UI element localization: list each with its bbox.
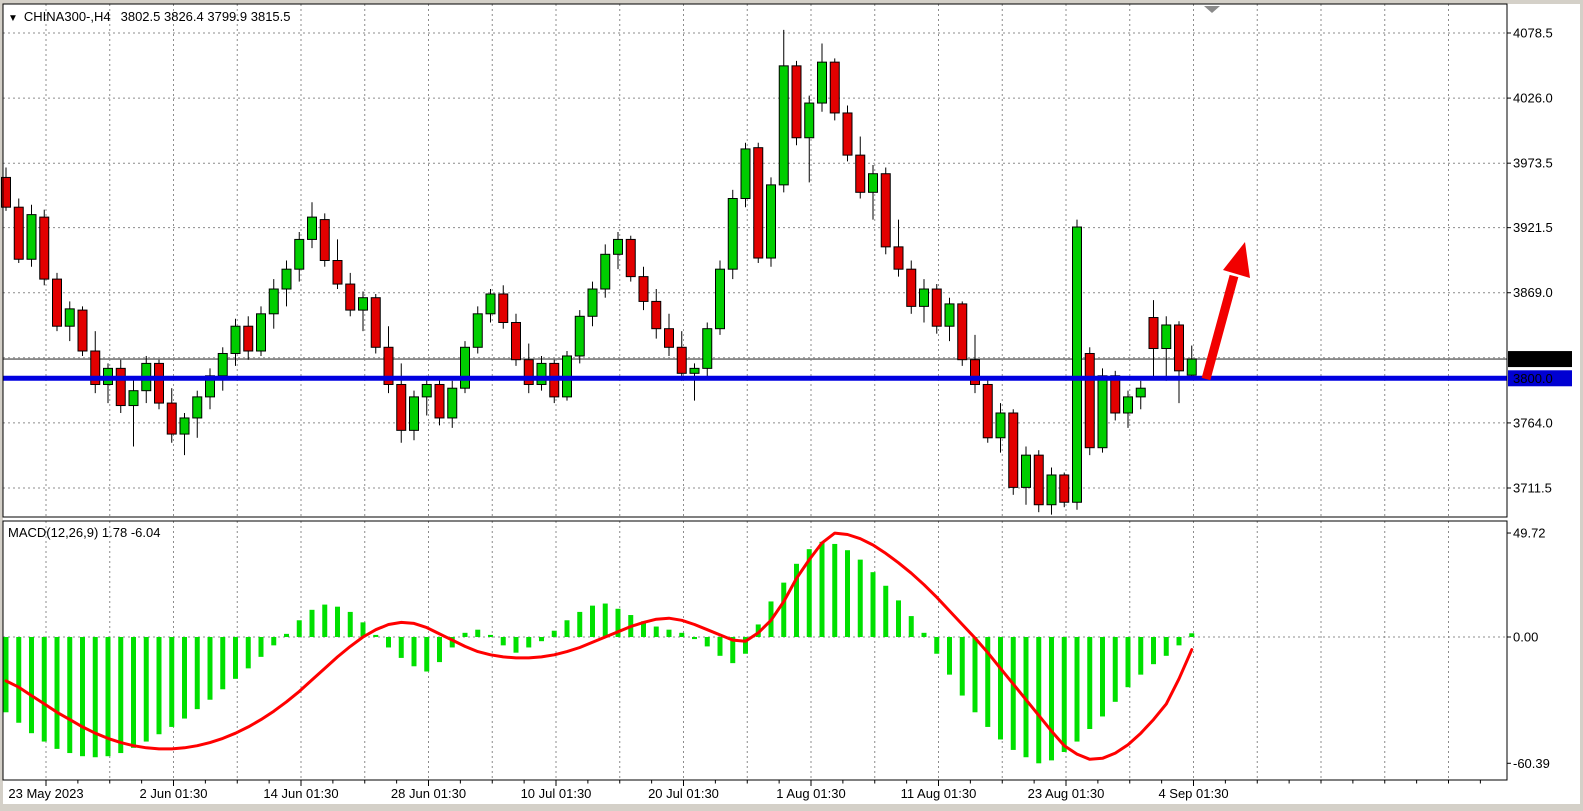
bid-price-tag: 3815.5 [1513,352,1553,367]
svg-text:3973.5: 3973.5 [1513,156,1553,171]
svg-text:23 May 2023: 23 May 2023 [8,786,83,801]
svg-text:0.00: 0.00 [1513,630,1538,645]
svg-text:28 Jun 01:30: 28 Jun 01:30 [391,786,466,801]
chart-title: ▼ CHINA300-,H4 3802.5 3826.4 3799.9 3815.5 [8,9,291,24]
chart-window: 4078.5 4026.0 3973.5 3921.5 3869.0 3764.0 3711… [0,0,1583,811]
svg-text:4 Sep 01:30: 4 Sep 01:30 [1158,786,1228,801]
svg-text:23 Aug 01:30: 23 Aug 01:30 [1028,786,1105,801]
svg-text:-60.39: -60.39 [1513,756,1550,771]
svg-text:2 Jun 01:30: 2 Jun 01:30 [140,786,208,801]
svg-text:10 Jul 01:30: 10 Jul 01:30 [521,786,592,801]
symbol-dropdown-icon[interactable]: ▼ [8,13,18,24]
macd-indicator-label: MACD(12,26,9) 1.78 -6.04 [8,525,160,540]
svg-text:1 Aug 01:30: 1 Aug 01:30 [776,786,845,801]
svg-text:11 Aug 01:30: 11 Aug 01:30 [901,786,977,801]
svg-text:20 Jul 01:30: 20 Jul 01:30 [648,786,719,801]
svg-text:3764.0: 3764.0 [1513,415,1553,430]
svg-text:3921.5: 3921.5 [1513,220,1553,235]
ohlc-values: 3802.5 3826.4 3799.9 3815.5 [121,9,291,24]
svg-text:49.72: 49.72 [1513,526,1546,541]
svg-text:3711.5: 3711.5 [1513,481,1552,496]
svg-text:4078.5: 4078.5 [1513,26,1553,41]
svg-text:14 Jun 01:30: 14 Jun 01:30 [263,786,338,801]
svg-text:4026.0: 4026.0 [1513,91,1553,106]
svg-text:3869.0: 3869.0 [1513,285,1553,300]
support-level-tag: 3800.0 [1513,371,1553,386]
chart-canvas[interactable]: 4078.5 4026.0 3973.5 3921.5 3869.0 3764.0 3711… [0,0,1583,811]
symbol-timeframe-label: CHINA300-,H4 [24,9,111,24]
